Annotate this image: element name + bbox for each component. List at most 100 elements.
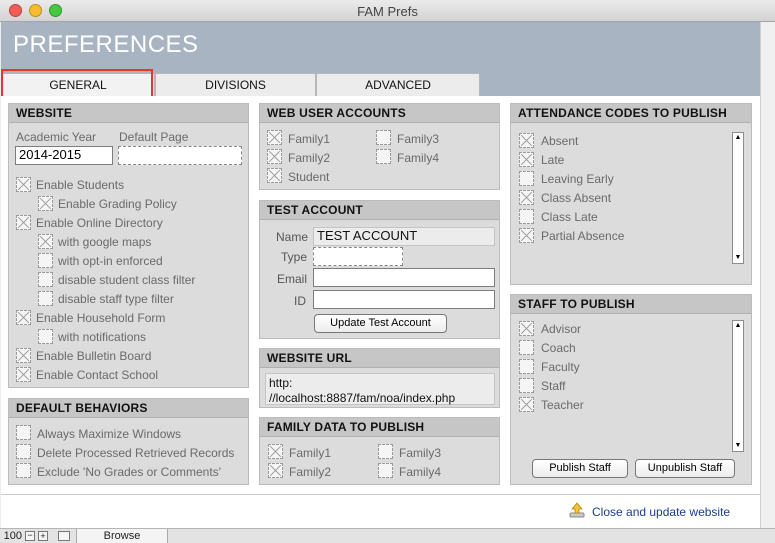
data-family3-label: Family3 xyxy=(399,446,442,460)
enable-bulletin-board-label: Enable Bulletin Board xyxy=(36,349,152,363)
zoom-in-icon[interactable]: + xyxy=(38,531,48,541)
enable-contact-school-label: Enable Contact School xyxy=(36,368,159,382)
family-data-panel: FAMILY DATA TO PUBLISH Family1 Family3 F… xyxy=(259,417,500,485)
test-type-input[interactable] xyxy=(313,247,403,266)
absent-checkbox[interactable] xyxy=(519,133,534,148)
test-name-label: Name xyxy=(276,230,309,244)
scroll-up-arrow-icon[interactable]: ▲ xyxy=(733,133,743,143)
enable-contact-school-checkbox[interactable] xyxy=(16,367,31,382)
data-family4-label: Family4 xyxy=(399,465,442,479)
class-late-label: Class Late xyxy=(541,210,598,224)
web-family2-label: Family2 xyxy=(288,151,331,165)
absent-label: Absent xyxy=(541,134,579,148)
test-email-input[interactable] xyxy=(313,268,495,287)
leaving-early-checkbox[interactable] xyxy=(519,171,534,186)
leaving-early-label: Leaving Early xyxy=(541,172,614,186)
tab-divisions[interactable]: DIVISIONS xyxy=(155,73,316,96)
default-behaviors-panel: DEFAULT BEHAVIORS Always Maximize Window… xyxy=(8,398,249,485)
website-url-header: WEBSITE URL xyxy=(260,349,499,368)
web-student-checkbox[interactable] xyxy=(267,168,282,183)
data-family1-checkbox[interactable] xyxy=(268,444,283,459)
late-label: Late xyxy=(541,153,565,167)
website-url-field[interactable]: http: //localhost:8887/fam/noa/index.php xyxy=(265,373,495,405)
enable-bulletin-board-checkbox[interactable] xyxy=(16,348,31,363)
enable-household-form-checkbox[interactable] xyxy=(16,310,31,325)
class-absent-checkbox[interactable] xyxy=(519,190,534,205)
web-user-accounts-header: WEB USER ACCOUNTS xyxy=(260,104,499,123)
web-family4-checkbox[interactable] xyxy=(376,149,391,164)
academic-year-input[interactable]: 2014-2015 xyxy=(15,146,113,165)
late-checkbox[interactable] xyxy=(519,152,534,167)
enable-students-label: Enable Students xyxy=(36,178,125,192)
test-account-panel: TEST ACCOUNT Name TEST ACCOUNT Type Emai… xyxy=(259,200,500,339)
class-late-checkbox[interactable] xyxy=(519,209,534,224)
test-email-label: Email xyxy=(277,272,308,286)
teacher-label: Teacher xyxy=(541,398,584,412)
toggle-toolbar-icon[interactable] xyxy=(58,531,70,541)
delete-processed-records-checkbox[interactable] xyxy=(16,444,31,459)
status-bar: 100 − + Browse xyxy=(0,528,775,543)
staff-to-publish-header: STAFF TO PUBLISH xyxy=(511,295,751,314)
close-and-update-link[interactable]: Close and update website xyxy=(592,505,730,519)
with-opt-in-enforced-checkbox[interactable] xyxy=(38,253,53,268)
class-absent-label: Class Absent xyxy=(541,191,612,205)
data-family4-checkbox[interactable] xyxy=(378,463,393,478)
staff-scrollbar[interactable]: ▲ ▼ xyxy=(732,320,744,452)
zoom-out-icon[interactable]: − xyxy=(25,531,35,541)
website-url-line1: http: xyxy=(269,376,293,390)
always-maximize-windows-checkbox[interactable] xyxy=(16,425,31,440)
partial-absence-checkbox[interactable] xyxy=(519,228,534,243)
exclude-no-grades-label: Exclude 'No Grades or Comments' xyxy=(37,465,221,479)
enable-online-directory-label: Enable Online Directory xyxy=(36,216,163,230)
enable-grading-policy-label: Enable Grading Policy xyxy=(58,197,177,211)
enable-household-form-label: Enable Household Form xyxy=(36,311,166,325)
coach-checkbox[interactable] xyxy=(519,340,534,355)
faculty-label: Faculty xyxy=(541,360,580,374)
scroll-down-arrow-icon[interactable]: ▼ xyxy=(733,441,743,451)
advisor-checkbox[interactable] xyxy=(519,321,534,336)
disable-student-class-filter-label: disable student class filter xyxy=(58,273,196,287)
web-family3-checkbox[interactable] xyxy=(376,130,391,145)
update-test-account-button[interactable]: Update Test Account xyxy=(314,314,447,333)
tab-advanced[interactable]: ADVANCED xyxy=(316,73,480,96)
web-family2-checkbox[interactable] xyxy=(267,149,282,164)
web-family3-label: Family3 xyxy=(397,132,440,146)
web-user-accounts-panel: WEB USER ACCOUNTS Family1 Family3 Family… xyxy=(259,103,500,190)
upload-icon[interactable] xyxy=(568,501,586,519)
always-maximize-windows-label: Always Maximize Windows xyxy=(37,427,182,441)
scroll-down-arrow-icon[interactable]: ▼ xyxy=(733,253,743,263)
data-family3-checkbox[interactable] xyxy=(378,444,393,459)
test-type-label: Type xyxy=(281,250,308,264)
delete-processed-records-label: Delete Processed Retrieved Records xyxy=(37,446,235,460)
unpublish-staff-button[interactable]: Unpublish Staff xyxy=(635,459,735,478)
with-google-maps-checkbox[interactable] xyxy=(38,234,53,249)
web-family1-checkbox[interactable] xyxy=(267,130,282,145)
mode-indicator[interactable]: Browse xyxy=(76,529,168,543)
attendance-codes-panel: ATTENDANCE CODES TO PUBLISH Absent Late … xyxy=(510,103,752,285)
advisor-label: Advisor xyxy=(541,322,582,336)
publish-staff-button[interactable]: Publish Staff xyxy=(532,459,628,478)
enable-students-checkbox[interactable] xyxy=(16,177,31,192)
disable-staff-type-filter-label: disable staff type filter xyxy=(58,292,174,306)
default-page-label: Default Page xyxy=(119,130,189,144)
with-google-maps-label: with google maps xyxy=(58,235,152,249)
exclude-no-grades-checkbox[interactable] xyxy=(16,463,31,478)
with-notifications-checkbox[interactable] xyxy=(38,329,53,344)
teacher-checkbox[interactable] xyxy=(519,397,534,412)
enable-online-directory-checkbox[interactable] xyxy=(16,215,31,230)
attendance-scrollbar[interactable]: ▲ ▼ xyxy=(732,132,744,264)
disable-student-class-filter-checkbox[interactable] xyxy=(38,272,53,287)
default-page-input[interactable] xyxy=(118,146,242,165)
window-title: FAM Prefs xyxy=(357,4,418,19)
window-titlebar: FAM Prefs xyxy=(0,0,775,22)
faculty-checkbox[interactable] xyxy=(519,359,534,374)
data-family2-checkbox[interactable] xyxy=(268,463,283,478)
test-name-input[interactable]: TEST ACCOUNT xyxy=(313,227,495,246)
zoom-level[interactable]: 100 xyxy=(0,530,22,542)
test-id-input[interactable] xyxy=(313,290,495,309)
disable-staff-type-filter-checkbox[interactable] xyxy=(38,291,53,306)
window-scrollbar[interactable] xyxy=(760,22,775,528)
scroll-up-arrow-icon[interactable]: ▲ xyxy=(733,321,743,331)
staff-checkbox[interactable] xyxy=(519,378,534,393)
enable-grading-policy-checkbox[interactable] xyxy=(38,196,53,211)
